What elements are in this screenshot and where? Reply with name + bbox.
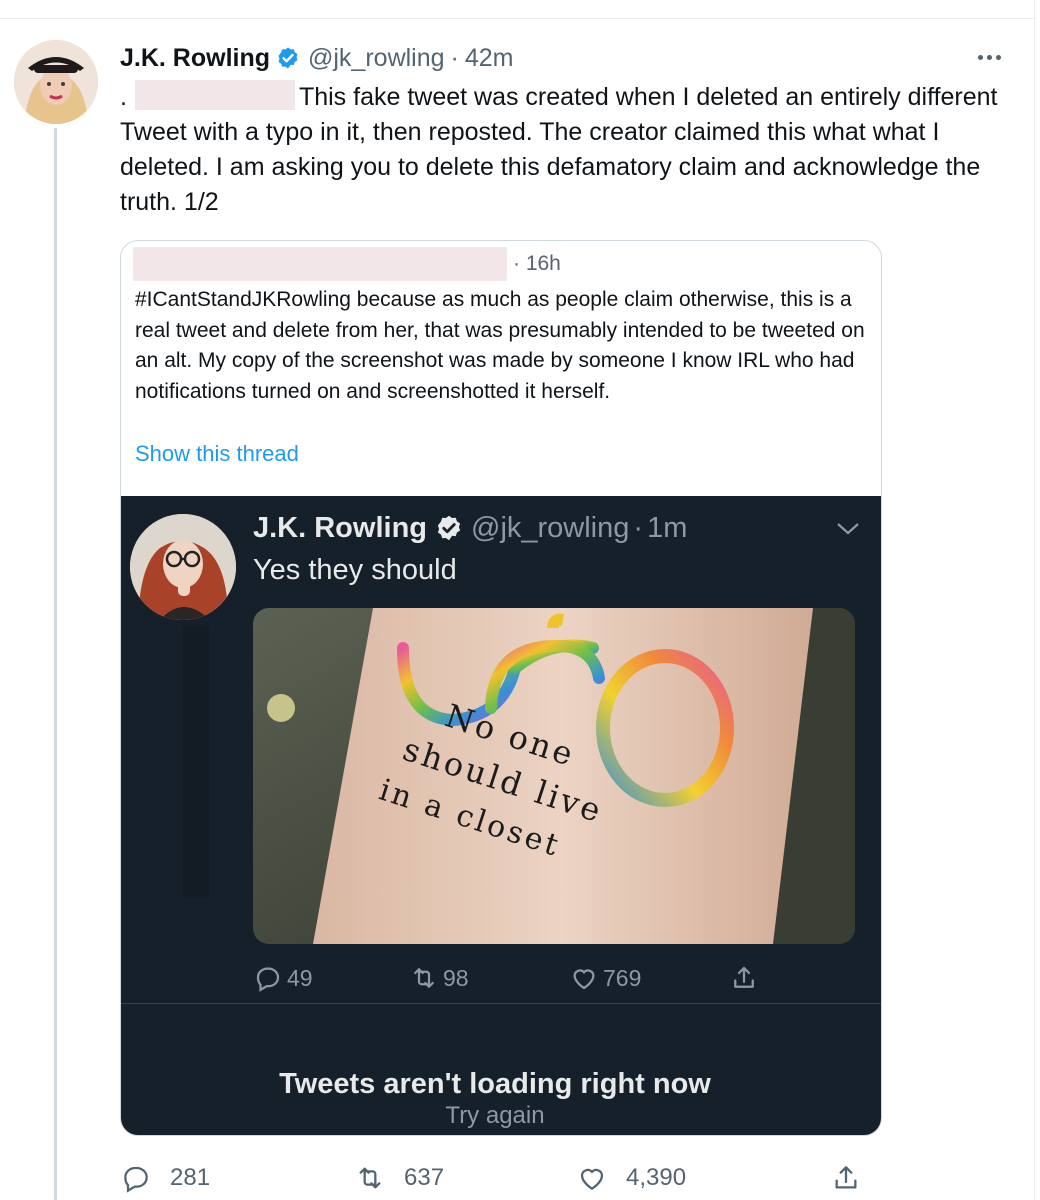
screenshot-retweet-count: 98	[443, 964, 469, 991]
retweet-icon	[409, 963, 439, 993]
more-options-icon[interactable]	[972, 44, 1006, 70]
quoted-time: · 16h	[513, 252, 561, 275]
tweet-time[interactable]: 42m	[465, 44, 514, 73]
quoted-header: · 16h	[133, 247, 561, 281]
quoted-tweet[interactable]: · 16h #ICantStandJKRowling because as mu…	[120, 240, 882, 1136]
show-thread-link[interactable]: Show this thread	[135, 441, 299, 467]
retweet-icon	[354, 1162, 386, 1194]
verified-icon	[276, 46, 300, 70]
screenshot-reply-count: 49	[287, 964, 313, 991]
screenshot-header: J.K. Rowling @jk_rowling · 1m	[253, 508, 687, 548]
try-again-text: Try again	[445, 1102, 545, 1129]
screenshot-separator: ·	[633, 511, 644, 544]
header-separator: ·	[450, 43, 459, 72]
author-name[interactable]: J.K. Rowling	[120, 44, 270, 73]
author-avatar[interactable]	[14, 40, 98, 124]
quoted-text: #ICantStandJKRowling because as much as …	[135, 288, 865, 403]
heart-icon	[569, 963, 599, 993]
tattoo-photo: No one should live in a closet	[253, 608, 855, 944]
screenshot-like: 769	[569, 958, 641, 998]
screenshot-time: 1m	[647, 511, 688, 544]
screenshot-divider	[121, 1003, 881, 1004]
tweet-body: . This fake tweet was created when I dele…	[120, 80, 1000, 220]
heart-icon	[576, 1162, 608, 1194]
screenshot-thread-line	[183, 626, 209, 898]
right-divider	[1034, 0, 1035, 1200]
screenshot-reply: 49	[253, 958, 313, 998]
share-button[interactable]	[830, 1158, 862, 1198]
reply-icon	[253, 963, 283, 993]
top-divider	[0, 18, 1034, 19]
thread-line	[54, 128, 57, 1200]
chevron-down-icon	[835, 518, 861, 538]
like-button[interactable]: 4,390	[576, 1158, 686, 1198]
screenshot-action-bar: 49 98 769	[253, 958, 754, 998]
tweet-header: J.K. Rowling @jk_rowling · 42m	[120, 40, 514, 76]
screenshot-text: Yes they should	[253, 554, 457, 586]
like-count: 4,390	[626, 1164, 687, 1191]
screenshot-like-count: 769	[603, 964, 642, 991]
share-icon	[830, 1162, 862, 1194]
screenshot-retweet: 98	[409, 958, 469, 998]
screenshot-author-name: J.K. Rowling	[253, 511, 427, 544]
tweet-text-start: .	[120, 83, 127, 111]
author-handle[interactable]: @jk_rowling	[308, 44, 445, 73]
loading-error-title: Tweets aren't loading right now	[279, 1068, 711, 1100]
tweet-action-bar: 281 637 4,390	[120, 1158, 880, 1198]
reply-button[interactable]: 281	[120, 1158, 210, 1198]
reply-count: 281	[170, 1164, 211, 1191]
redacted-author	[133, 247, 507, 281]
screenshot-share	[729, 958, 763, 998]
reply-icon	[120, 1162, 152, 1194]
screenshot-handle: @jk_rowling	[471, 511, 630, 544]
retweet-button[interactable]: 637	[354, 1158, 444, 1198]
retweet-count: 637	[404, 1164, 445, 1191]
redacted-mention	[134, 80, 295, 110]
screenshot-avatar	[130, 514, 236, 620]
quoted-screenshot: J.K. Rowling @jk_rowling · 1m Yes they s…	[121, 496, 881, 1135]
share-icon	[729, 963, 759, 993]
verified-icon	[435, 514, 463, 542]
